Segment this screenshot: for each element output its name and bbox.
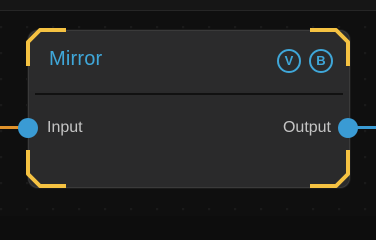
v-toggle-button[interactable]: V — [277, 49, 301, 73]
input-connection-wire[interactable] — [0, 126, 20, 129]
output-port[interactable] — [338, 118, 358, 138]
input-port[interactable] — [18, 118, 38, 138]
output-port-label: Output — [282, 119, 331, 136]
input-port-label: Input — [47, 119, 83, 136]
top-panel-edge — [0, 0, 376, 11]
header-divider — [35, 93, 343, 95]
b-toggle-button[interactable]: B — [309, 49, 333, 73]
output-connection-wire[interactable] — [356, 126, 376, 129]
node-header[interactable]: Mirror V B — [29, 31, 349, 91]
mirror-node[interactable]: Mirror V B Input Output — [28, 30, 350, 188]
node-title: Mirror — [49, 48, 103, 70]
